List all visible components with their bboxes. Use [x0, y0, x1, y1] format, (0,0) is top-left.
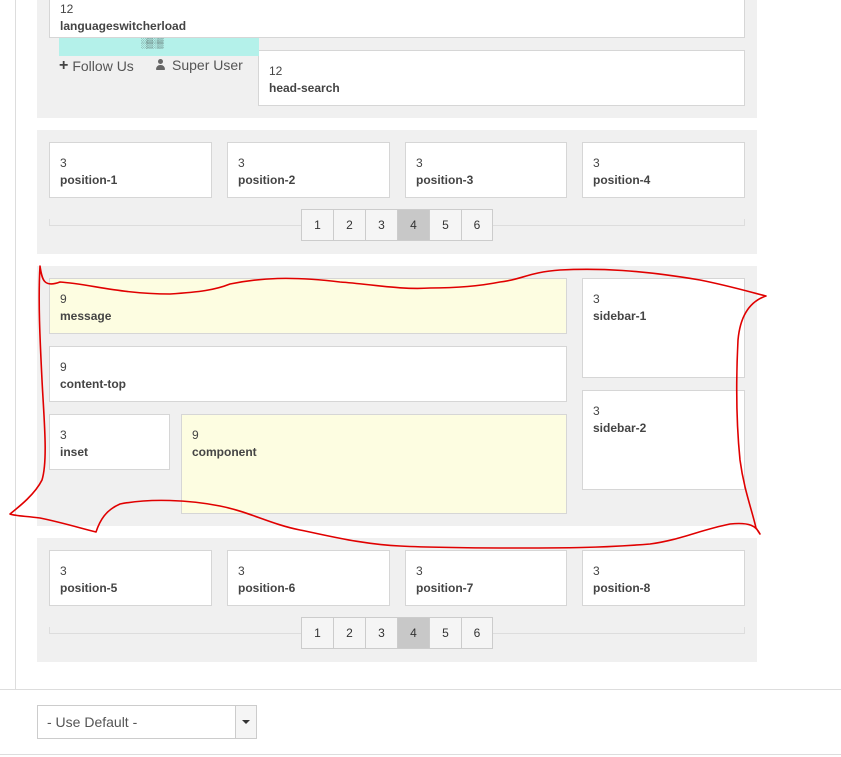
module-count: 3: [238, 564, 245, 578]
module-count: 3: [60, 564, 67, 578]
select-toggle[interactable]: [235, 706, 256, 738]
module-box-position-2[interactable]: 3 position-2: [227, 142, 390, 198]
page-button-5[interactable]: 5: [430, 618, 462, 648]
module-count: 9: [60, 292, 67, 306]
use-default-select[interactable]: - Use Default -: [37, 705, 257, 739]
pagination-top: 1 2 3 4 5 6: [301, 209, 493, 241]
logo-fragment-icon: ░▒░▒: [141, 38, 163, 48]
left-border-line: [15, 0, 16, 689]
module-box-content-top[interactable]: 9 content-top: [49, 346, 567, 402]
module-box-sidebar-1[interactable]: 3 sidebar-1: [582, 278, 745, 378]
select-value: - Use Default -: [47, 714, 138, 730]
page-button-2[interactable]: 2: [334, 210, 366, 240]
module-name: position-2: [238, 173, 296, 187]
bottom-positions-row: 3 position-5 3 position-6 3 position-7 3…: [37, 538, 757, 662]
module-box-position-1[interactable]: 3 position-1: [49, 142, 212, 198]
page-button-2[interactable]: 2: [334, 618, 366, 648]
module-name: languageswitcherload: [60, 19, 187, 33]
module-box-position-3[interactable]: 3 position-3: [405, 142, 567, 198]
module-box-head-search[interactable]: 12 head-search: [258, 50, 745, 106]
module-box-message[interactable]: 9 message: [49, 278, 567, 334]
page-button-6[interactable]: 6: [462, 618, 492, 648]
module-name: message: [60, 309, 112, 323]
module-name: position-7: [416, 581, 474, 595]
module-count: 9: [192, 428, 199, 442]
pagination-bottom: 1 2 3 4 5 6: [301, 617, 493, 649]
page-button-1[interactable]: 1: [302, 618, 334, 648]
module-name: position-6: [238, 581, 296, 595]
module-name: content-top: [60, 377, 126, 391]
follow-us-label: Follow Us: [72, 58, 134, 74]
module-name: sidebar-1: [593, 309, 647, 323]
module-count: 12: [269, 64, 283, 78]
super-user-label: Super User: [172, 57, 243, 73]
module-box-inset[interactable]: 3 inset: [49, 414, 170, 470]
module-name: component: [192, 445, 257, 459]
main-content-row: 9 message 9 content-top 3 inset 9 compon…: [37, 266, 757, 526]
page-button-4[interactable]: 4: [398, 210, 430, 240]
module-name: position-1: [60, 173, 118, 187]
module-box-languageswitcherload[interactable]: 12 languageswitcherload: [49, 0, 745, 38]
module-count: 3: [416, 564, 423, 578]
chevron-down-icon: [242, 720, 250, 724]
module-name: sidebar-2: [593, 421, 647, 435]
follow-us-link[interactable]: + Follow Us: [59, 57, 134, 75]
user-icon: [155, 59, 166, 71]
module-count: 3: [60, 156, 67, 170]
divider-top: [0, 689, 841, 690]
page-button-1[interactable]: 1: [302, 210, 334, 240]
module-box-position-4[interactable]: 3 position-4: [582, 142, 745, 198]
module-box-position-7[interactable]: 3 position-7: [405, 550, 567, 606]
page-button-3[interactable]: 3: [366, 618, 398, 648]
page-button-4[interactable]: 4: [398, 618, 430, 648]
module-count: 3: [593, 564, 600, 578]
page-button-3[interactable]: 3: [366, 210, 398, 240]
module-box-position-6[interactable]: 3 position-6: [227, 550, 390, 606]
module-box-position-5[interactable]: 3 position-5: [49, 550, 212, 606]
page-button-5[interactable]: 5: [430, 210, 462, 240]
module-box-sidebar-2[interactable]: 3 sidebar-2: [582, 390, 745, 490]
page-button-6[interactable]: 6: [462, 210, 492, 240]
module-count: 3: [238, 156, 245, 170]
module-count: 3: [593, 404, 600, 418]
module-name: position-8: [593, 581, 651, 595]
module-count: 3: [593, 156, 600, 170]
module-count: 3: [60, 428, 67, 442]
module-name: position-3: [416, 173, 474, 187]
module-name: position-5: [60, 581, 118, 595]
divider-bottom: [0, 754, 841, 755]
module-name: inset: [60, 445, 89, 459]
module-name: position-4: [593, 173, 651, 187]
module-box-position-8[interactable]: 3 position-8: [582, 550, 745, 606]
plus-icon: +: [59, 57, 69, 74]
module-name: head-search: [269, 81, 340, 95]
logo-strip: ░▒░▒: [59, 38, 259, 56]
super-user-link[interactable]: Super User: [155, 57, 243, 73]
module-count: 3: [416, 156, 423, 170]
module-count: 3: [593, 292, 600, 306]
module-count: 9: [60, 360, 67, 374]
header-row: 12 languageswitcherload 12 head-search: [37, 0, 757, 118]
top-positions-row: 3 position-1 3 position-2 3 position-3 3…: [37, 130, 757, 254]
module-count: 12: [60, 2, 74, 16]
module-box-component[interactable]: 9 component: [181, 414, 567, 514]
